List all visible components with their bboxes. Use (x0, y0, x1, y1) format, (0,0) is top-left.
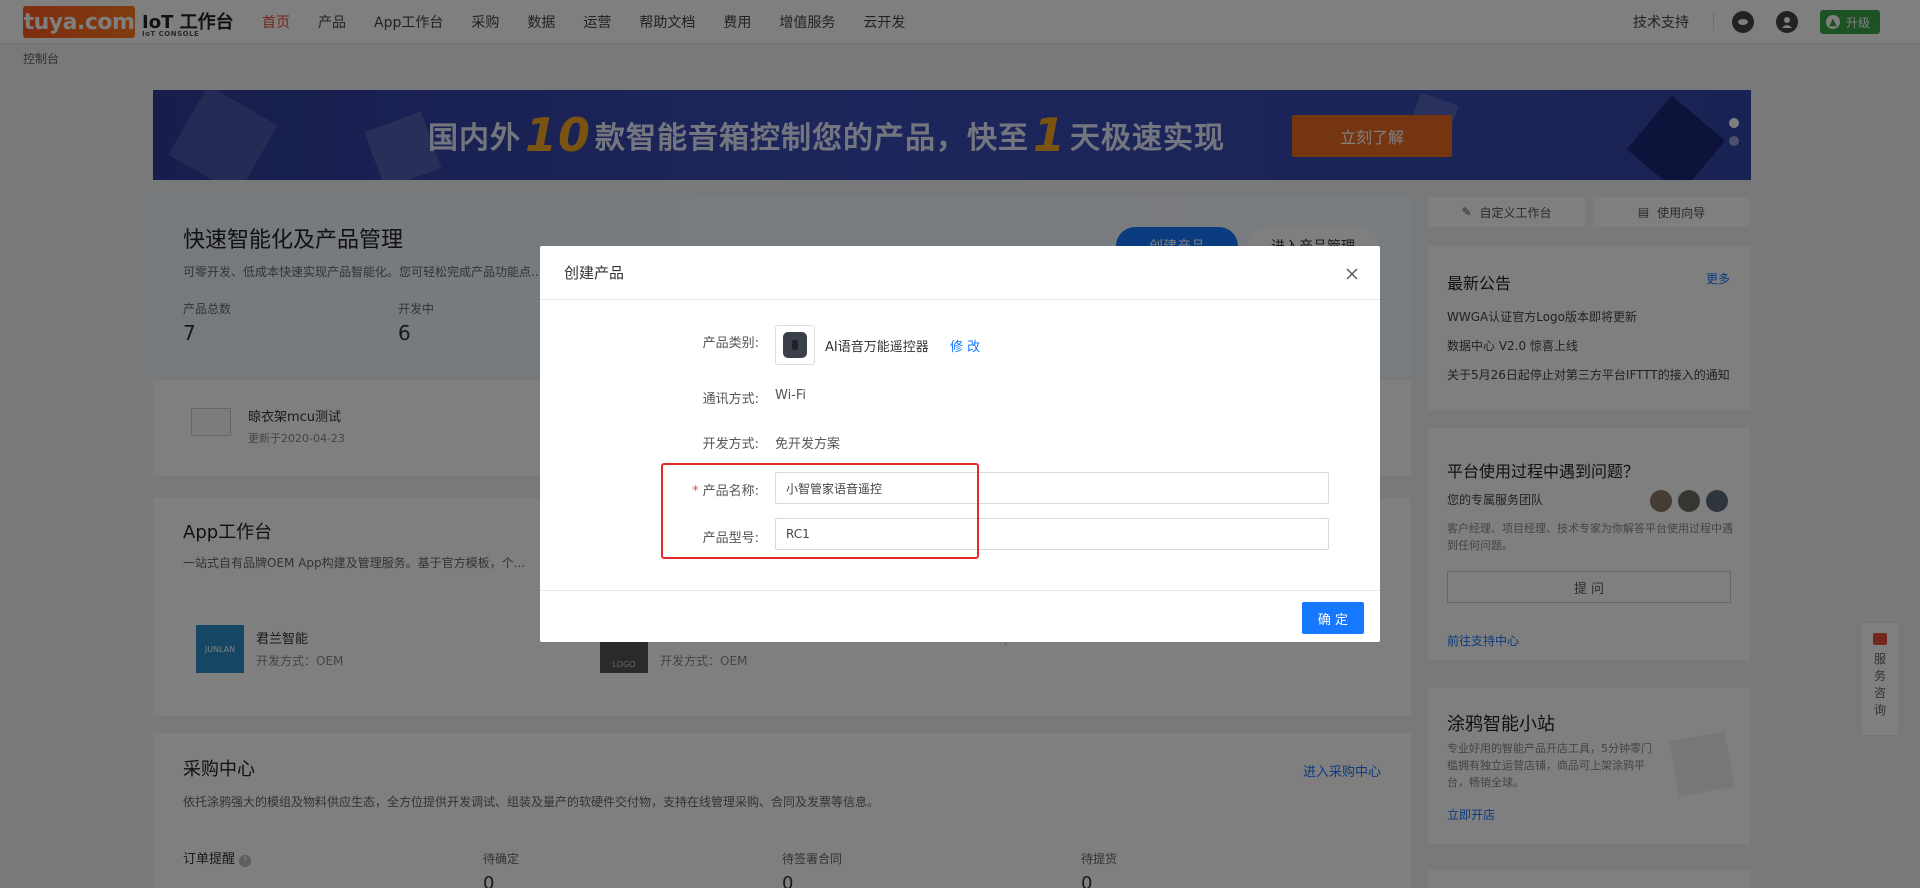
annotation-highlight-box (661, 463, 979, 559)
modal-header: 创建产品 (540, 246, 1380, 300)
confirm-button[interactable]: 确 定 (1302, 602, 1364, 634)
dev-mode-label: 开发方式: (702, 437, 759, 452)
close-icon[interactable] (1344, 266, 1360, 282)
modify-category-link[interactable]: 修 改 (950, 336, 980, 355)
modal-footer-divider (540, 590, 1380, 591)
modal-title: 创建产品 (564, 264, 625, 282)
smart-speaker-icon (783, 332, 807, 358)
dev-mode-value: 免开发方案 (775, 437, 841, 452)
category-label: 产品类别: (702, 336, 759, 351)
comm-value: Wi-Fi (775, 388, 807, 403)
create-product-modal: 创建产品 产品类别: AI语音万能遥控器 修 改 通讯方式: Wi-Fi 开发方… (540, 246, 1380, 642)
product-category-thumb (775, 325, 815, 365)
comm-label: 通讯方式: (702, 392, 759, 407)
category-value: AI语音万能遥控器 (825, 340, 929, 355)
